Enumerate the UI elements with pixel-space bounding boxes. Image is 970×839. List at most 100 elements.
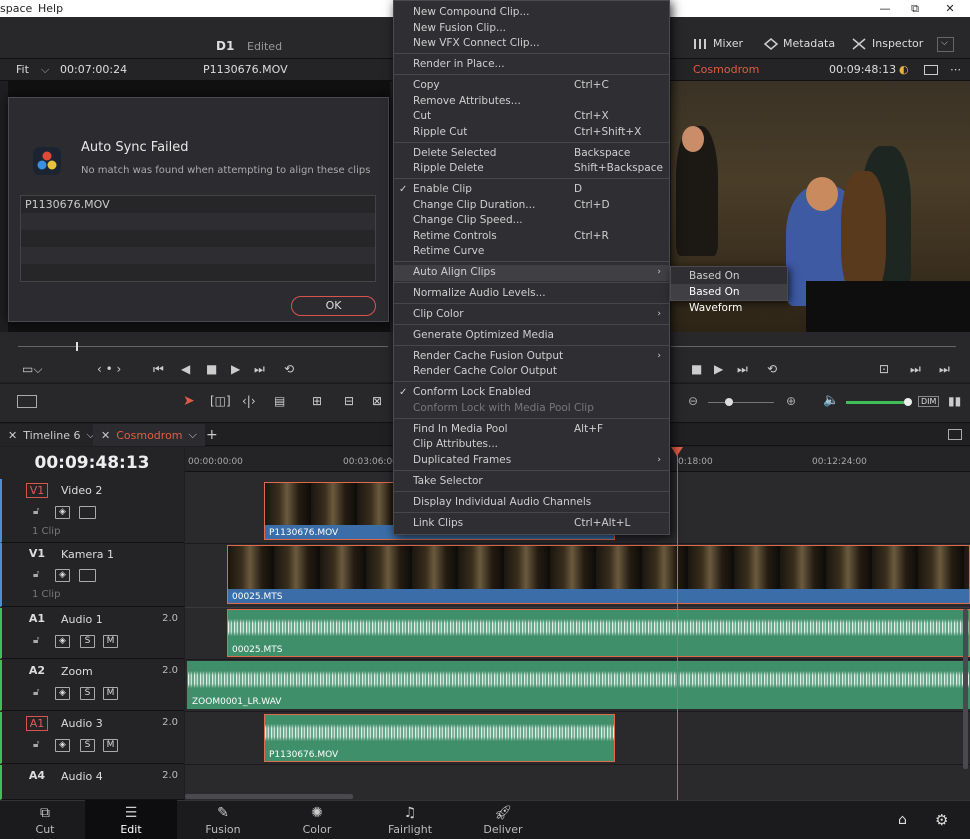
mute-button[interactable]: M: [103, 739, 118, 752]
menu-item-ripple-cut[interactable]: Ripple Cut Ctrl+Shift+X: [394, 125, 669, 141]
auto-select-icon[interactable]: ◈: [55, 506, 70, 519]
volume-slider[interactable]: [846, 401, 908, 404]
solo-button[interactable]: S: [80, 635, 95, 648]
menu-item-delete-selected[interactable]: Delete Selected Backspace: [394, 146, 669, 162]
menu-item-render-cache-fusion-output[interactable]: Render Cache Fusion Output ›: [394, 349, 669, 365]
menu-item-change-clip-duration[interactable]: Change Clip Duration... Ctrl+D: [394, 198, 669, 214]
timeline-panel-icon[interactable]: [948, 429, 962, 440]
close-icon[interactable]: ✕: [101, 429, 110, 442]
timeline-name-dropdown[interactable]: Cosmodrom: [693, 63, 759, 76]
insert-clip-icon[interactable]: ⊞: [312, 394, 322, 408]
page-color[interactable]: ✺ Color: [272, 800, 362, 839]
track-name[interactable]: Kamera 1: [61, 548, 114, 561]
stop-icon[interactable]: ■: [691, 362, 702, 376]
track-id[interactable]: V1: [26, 547, 48, 562]
menu-item-find-in-media-pool[interactable]: Find In Media Pool Alt+F: [394, 422, 669, 438]
menu-help[interactable]: Help: [38, 2, 63, 15]
menu-item-change-clip-speed[interactable]: Change Clip Speed...: [394, 213, 669, 229]
menu-item-copy[interactable]: Copy Ctrl+C: [394, 78, 669, 94]
source-scrubber[interactable]: [18, 346, 388, 347]
audio-clip-00025[interactable]: 00025.MTS: [227, 609, 970, 657]
inspector-button[interactable]: Inspector: [852, 37, 923, 50]
menu-item-new-fusion-clip[interactable]: New Fusion Clip...: [394, 21, 669, 37]
blade-tool-icon[interactable]: ▤: [274, 394, 285, 408]
track-enable-icon[interactable]: [79, 569, 96, 582]
minimize-button[interactable]: —: [871, 0, 899, 17]
selection-tool-icon[interactable]: ➤: [183, 393, 195, 409]
lock-icon[interactable]: 🔓︎: [33, 687, 39, 698]
metadata-button[interactable]: Metadata: [763, 37, 835, 50]
menu-item-ripple-delete[interactable]: Ripple Delete Shift+Backspace: [394, 161, 669, 177]
menu-item-new-compound-clip[interactable]: New Compound Clip...: [394, 5, 669, 21]
mute-button[interactable]: M: [103, 687, 118, 700]
viewer-options-icon[interactable]: ▭⌵: [22, 362, 42, 377]
auto-select-icon[interactable]: ◈: [55, 635, 70, 648]
list-item[interactable]: P1130676.MOV: [21, 196, 375, 213]
replace-clip-icon[interactable]: ⊠: [372, 394, 382, 408]
trim-tool-icon[interactable]: [◫]: [210, 394, 231, 408]
menu-item-retime-curve[interactable]: Retime Curve: [394, 244, 669, 260]
jog-icon[interactable]: ‹ • ›: [97, 362, 121, 376]
overwrite-clip-icon[interactable]: ⊟: [344, 394, 354, 408]
menu-item-link-clips[interactable]: Link Clips Ctrl+Alt+L: [394, 516, 669, 532]
close-icon[interactable]: ✕: [8, 429, 17, 442]
menu-item-duplicated-frames[interactable]: Duplicated Frames ›: [394, 453, 669, 469]
dynamic-trim-icon[interactable]: ‹|›: [242, 394, 256, 408]
audio-clip-zoom0001[interactable]: ZOOM0001_LR.WAV: [187, 661, 970, 709]
track-enable-icon[interactable]: [79, 506, 96, 519]
menu-item-clip-attributes[interactable]: Clip Attributes...: [394, 437, 669, 453]
mixer-button[interactable]: Mixer: [693, 37, 743, 50]
menu-item-enable-clip[interactable]: ✓ Enable Clip D: [394, 182, 669, 198]
play-icon[interactable]: ▶: [714, 362, 723, 376]
page-edit[interactable]: ☰ Edit: [85, 800, 177, 839]
loop-icon[interactable]: ⟲: [284, 362, 294, 376]
audio-meter-icon[interactable]: ▮▮: [948, 394, 961, 408]
lock-icon[interactable]: 🔓︎: [33, 569, 39, 580]
solo-button[interactable]: S: [80, 739, 95, 752]
track-name[interactable]: Audio 4: [61, 770, 103, 783]
menu-item-render-in-place[interactable]: Render in Place...: [394, 57, 669, 73]
lock-icon[interactable]: 🔓︎: [33, 739, 39, 750]
menu-item-remove-attributes[interactable]: Remove Attributes...: [394, 94, 669, 110]
add-tab-button[interactable]: +: [198, 424, 226, 446]
mute-button[interactable]: M: [103, 635, 118, 648]
timeline-view-options-icon[interactable]: [17, 395, 37, 408]
lock-icon[interactable]: 🔓︎: [33, 635, 39, 646]
menu-item-display-individual-audio-channels[interactable]: Display Individual Audio Channels: [394, 495, 669, 511]
solo-button[interactable]: S: [80, 687, 95, 700]
menu-item-cut[interactable]: Cut Ctrl+X: [394, 109, 669, 125]
zoom-slider[interactable]: [708, 402, 774, 403]
stop-icon[interactable]: ■: [206, 362, 217, 376]
lock-icon[interactable]: 🔓︎: [33, 506, 39, 517]
previous-edit-icon[interactable]: ⏭: [910, 362, 921, 377]
page-cut[interactable]: ⧉ Cut: [0, 800, 90, 839]
viewer-mode-icon[interactable]: [924, 65, 938, 75]
next-edit-icon[interactable]: ⏭: [939, 362, 950, 377]
menu-item-render-cache-color-output[interactable]: Render Cache Color Output: [394, 364, 669, 380]
audio-clip-p1130676[interactable]: P1130676.MOV: [264, 714, 615, 762]
speaker-icon[interactable]: 🔈: [823, 393, 839, 408]
play-icon[interactable]: ▶: [231, 362, 240, 376]
vertical-scrollbar[interactable]: [963, 609, 968, 769]
menu-item-conform-lock-enabled[interactable]: ✓ Conform Lock Enabled: [394, 385, 669, 401]
timeline-scrubber[interactable]: [671, 346, 956, 347]
track-destination-v1[interactable]: V1: [26, 483, 48, 498]
loop-icon[interactable]: ⟲: [767, 362, 777, 376]
close-window-button[interactable]: ✕: [936, 0, 964, 17]
menu-item-generate-optimized-media[interactable]: Generate Optimized Media: [394, 328, 669, 344]
color-icon[interactable]: ◐: [899, 63, 909, 76]
zoom-out-icon[interactable]: ⊖: [688, 394, 698, 408]
auto-select-icon[interactable]: ◈: [55, 739, 70, 752]
tab-timeline-6[interactable]: ✕ Timeline 6 ⌵: [0, 424, 103, 446]
menu-item-retime-controls[interactable]: Retime Controls Ctrl+R: [394, 229, 669, 245]
match-frame-icon[interactable]: ⊡: [879, 362, 889, 376]
zoom-in-icon[interactable]: ⊕: [786, 394, 796, 408]
source-clip-name[interactable]: P1130676.MOV: [203, 63, 288, 76]
playhead-handle[interactable]: [671, 447, 683, 456]
track-name[interactable]: Video 2: [61, 484, 102, 497]
play-reverse-icon[interactable]: ◀: [181, 362, 190, 376]
auto-select-icon[interactable]: ◈: [55, 687, 70, 700]
auto-select-icon[interactable]: ◈: [55, 569, 70, 582]
menu-item-clip-color[interactable]: Clip Color ›: [394, 307, 669, 323]
maximize-button[interactable]: ⧉: [901, 0, 929, 17]
